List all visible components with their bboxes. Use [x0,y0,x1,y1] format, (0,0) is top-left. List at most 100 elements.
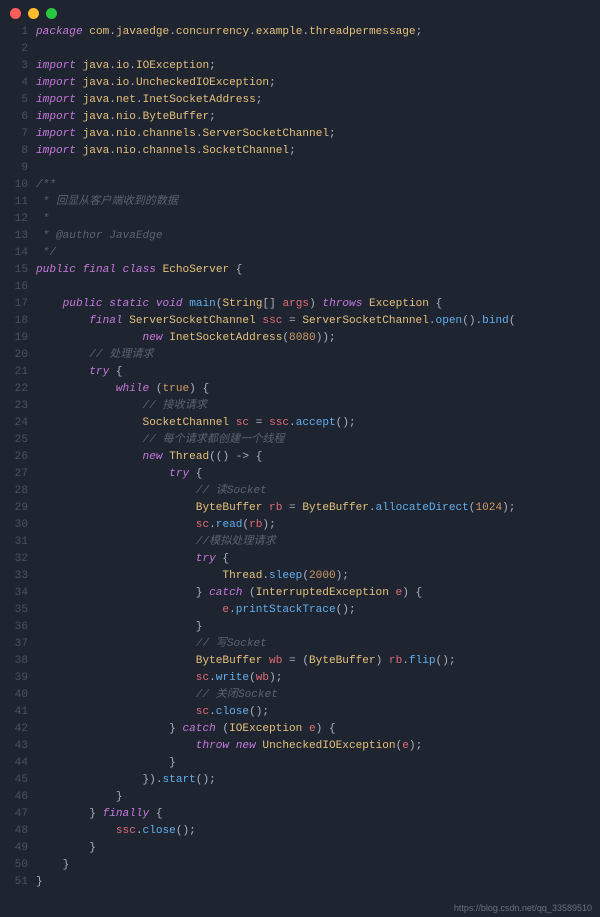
line-source [30,279,43,296]
code-line: 31 //模拟处理请求 [0,534,600,551]
line-source: } catch (InterruptedException e) { [30,585,422,602]
line-source: try { [30,364,123,381]
line-number: 39 [0,670,30,687]
code-line: 46 } [0,789,600,806]
line-source: try { [30,466,202,483]
line-number: 23 [0,398,30,415]
code-line: 51} [0,874,600,891]
code-line: 32 try { [0,551,600,568]
code-line: 44 } [0,755,600,772]
line-number: 46 [0,789,30,806]
line-source: } [30,840,96,857]
line-number: 21 [0,364,30,381]
line-source: /** [30,177,56,194]
code-line: 26 new Thread(() -> { [0,449,600,466]
line-source: throw new UncheckedIOException(e); [30,738,422,755]
line-number: 12 [0,211,30,228]
code-line: 43 throw new UncheckedIOException(e); [0,738,600,755]
line-source: } [30,874,43,891]
code-line: 6import java.nio.ByteBuffer; [0,109,600,126]
line-source: Thread.sleep(2000); [30,568,349,585]
line-number: 38 [0,653,30,670]
code-line: 16 [0,279,600,296]
line-source: //模拟处理请求 [30,534,276,551]
titlebar [0,0,600,20]
code-line: 8import java.nio.channels.SocketChannel; [0,143,600,160]
line-number: 44 [0,755,30,772]
code-line: 30 sc.read(rb); [0,517,600,534]
code-line: 4import java.io.UncheckedIOException; [0,75,600,92]
code-line: 15public final class EchoServer { [0,262,600,279]
code-line: 28 // 读Socket [0,483,600,500]
code-line: 20 // 处理请求 [0,347,600,364]
code-line: 42 } catch (IOException e) { [0,721,600,738]
code-line: 10/** [0,177,600,194]
line-source: * 回显从客户端收到的数据 [30,194,178,211]
zoom-icon[interactable] [46,8,57,19]
line-number: 14 [0,245,30,262]
code-line: 11 * 回显从客户端收到的数据 [0,194,600,211]
code-line: 37 // 写Socket [0,636,600,653]
line-source: e.printStackTrace(); [30,602,356,619]
line-number: 48 [0,823,30,840]
line-number: 43 [0,738,30,755]
close-icon[interactable] [10,8,21,19]
line-source: new InetSocketAddress(8080)); [30,330,336,347]
line-source: final ServerSocketChannel ssc = ServerSo… [30,313,515,330]
line-number: 29 [0,500,30,517]
line-number: 36 [0,619,30,636]
line-number: 45 [0,772,30,789]
line-number: 47 [0,806,30,823]
line-source: sc.read(rb); [30,517,276,534]
code-line: 41 sc.close(); [0,704,600,721]
line-number: 34 [0,585,30,602]
line-number: 15 [0,262,30,279]
line-source: // 每个请求都创建一个线程 [30,432,285,449]
line-number: 24 [0,415,30,432]
line-number: 3 [0,58,30,75]
line-source: import java.net.InetSocketAddress; [30,92,262,109]
code-block: 1package com.javaedge.concurrency.exampl… [0,20,600,891]
line-number: 13 [0,228,30,245]
line-number: 33 [0,568,30,585]
line-source: package com.javaedge.concurrency.example… [30,24,422,41]
line-source: import java.nio.ByteBuffer; [30,109,216,126]
code-line: 14 */ [0,245,600,262]
line-source: import java.nio.channels.ServerSocketCha… [30,126,336,143]
code-line: 24 SocketChannel sc = ssc.accept(); [0,415,600,432]
line-source: } [30,619,202,636]
code-line: 12 * [0,211,600,228]
line-source: while (true) { [30,381,209,398]
code-line: 39 sc.write(wb); [0,670,600,687]
code-line: 2 [0,41,600,58]
minimize-icon[interactable] [28,8,39,19]
line-source: sc.close(); [30,704,269,721]
line-number: 11 [0,194,30,211]
line-number: 28 [0,483,30,500]
line-number: 30 [0,517,30,534]
line-number: 32 [0,551,30,568]
code-line: 18 final ServerSocketChannel ssc = Serve… [0,313,600,330]
line-number: 8 [0,143,30,160]
line-source: // 接收请求 [30,398,207,415]
code-line: 33 Thread.sleep(2000); [0,568,600,585]
line-source: import java.io.IOException; [30,58,216,75]
line-number: 9 [0,160,30,177]
line-number: 41 [0,704,30,721]
code-line: 47 } finally { [0,806,600,823]
line-number: 27 [0,466,30,483]
line-number: 2 [0,41,30,58]
line-source: // 关闭Socket [30,687,278,704]
line-number: 26 [0,449,30,466]
line-source: } [30,755,176,772]
line-source: } finally { [30,806,163,823]
code-line: 45 }).start(); [0,772,600,789]
line-source: // 读Socket [30,483,267,500]
code-line: 5import java.net.InetSocketAddress; [0,92,600,109]
line-number: 49 [0,840,30,857]
line-source: public static void main(String[] args) t… [30,296,442,313]
line-source: } catch (IOException e) { [30,721,336,738]
line-source: public final class EchoServer { [30,262,242,279]
code-line: 27 try { [0,466,600,483]
line-source [30,41,43,58]
